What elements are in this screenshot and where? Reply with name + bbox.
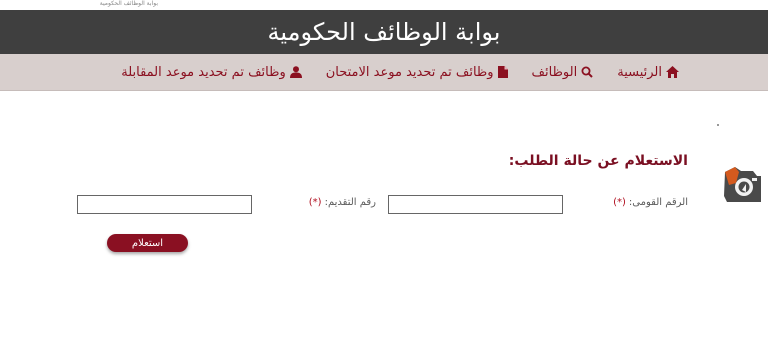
application-no-label: رقم التقديم:(*) bbox=[309, 197, 376, 208]
nav-item-exam-jobs[interactable]: وظائف تم تحديد موعد الامتحان bbox=[326, 65, 508, 80]
national-id-label: الرقم القومى:(*) bbox=[613, 197, 688, 208]
decorative-dot bbox=[717, 124, 719, 126]
nav-label-exam-jobs: وظائف تم تحديد موعد الامتحان bbox=[325, 64, 494, 80]
form-title: الاستعلام عن حالة الطلب: bbox=[508, 153, 688, 169]
nav-label-interview-jobs: وظائف تم تحديد موعد المقابلة bbox=[121, 64, 286, 80]
application-no-input[interactable] bbox=[77, 195, 252, 214]
document-icon bbox=[497, 66, 508, 78]
main-nav: الرئيسية الوظائف وظائف تم تحديد موعد الا… bbox=[0, 54, 768, 91]
national-id-label-text: الرقم القومى: bbox=[628, 197, 688, 208]
browser-top-strip: بوابة الوظائف الحكومية bbox=[0, 0, 768, 10]
nav-label-home: الرئيسية bbox=[617, 64, 662, 80]
nav-item-interview-jobs[interactable]: وظائف تم تحديد موعد المقابلة bbox=[121, 65, 302, 80]
nav-item-jobs[interactable]: الوظائف bbox=[532, 65, 594, 80]
nav-item-home[interactable]: الرئيسية bbox=[617, 65, 679, 80]
nav-label-jobs: الوظائف bbox=[531, 64, 578, 80]
inquiry-submit-button[interactable]: استعلام bbox=[107, 234, 188, 252]
application-no-required-mark: (*) bbox=[308, 197, 322, 208]
application-no-label-text: رقم التقديم: bbox=[324, 197, 376, 208]
national-id-input[interactable] bbox=[388, 195, 563, 214]
user-icon bbox=[289, 66, 302, 78]
top-strip-text: بوابة الوظائف الحكومية bbox=[99, 0, 158, 7]
camera-icon bbox=[724, 167, 761, 202]
national-id-required-mark: (*) bbox=[613, 197, 626, 208]
site-title: بوابة الوظائف الحكومية bbox=[267, 18, 501, 46]
site-header: بوابة الوظائف الحكومية bbox=[0, 10, 768, 54]
search-icon bbox=[581, 66, 593, 78]
home-icon bbox=[666, 66, 679, 78]
